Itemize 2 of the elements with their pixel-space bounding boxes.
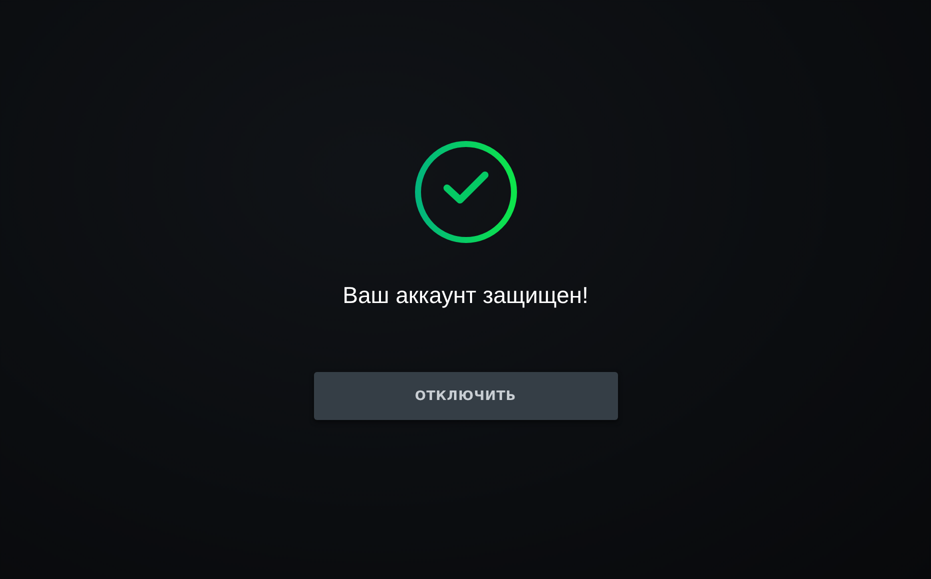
- status-message: Ваш аккаунт защищен!: [342, 281, 588, 310]
- disable-button[interactable]: ОТКЛЮЧИТЬ: [314, 372, 618, 420]
